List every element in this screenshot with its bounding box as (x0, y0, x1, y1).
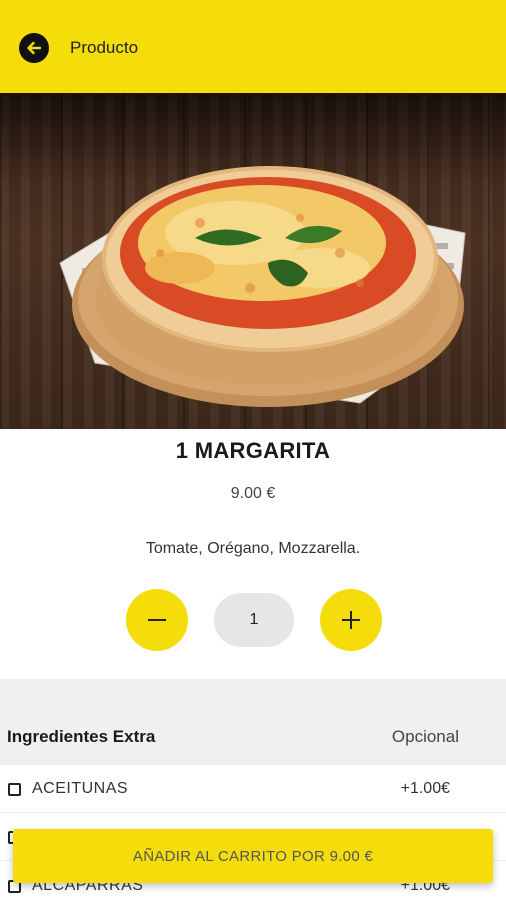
arrow-left-icon (27, 41, 42, 55)
extras-header-band (0, 679, 506, 765)
product-price: 9.00 € (230, 485, 276, 502)
extras-optional-label: Opcional (391, 727, 459, 746)
extras-title: Ingredientes Extra (7, 727, 156, 746)
extra-item-price: +1.00€ (400, 780, 450, 797)
product-name: 1 MARGARITA (175, 438, 331, 463)
plus-icon (342, 611, 360, 629)
extra-item-name: ACEITUNAS (32, 780, 129, 797)
product-image (0, 93, 506, 429)
page-title: Producto (70, 38, 139, 57)
add-to-cart-button[interactable]: AÑADIR AL CARRITO POR 9.00 € (13, 829, 493, 883)
extra-item[interactable]: ACEITUNAS +1.00€ (0, 765, 506, 813)
pizza-margarita-photo (59, 166, 466, 407)
decrease-quantity-button[interactable] (126, 589, 188, 651)
minus-icon (148, 619, 166, 621)
extra-checkbox[interactable] (8, 783, 21, 796)
top-app-bar: Producto (0, 0, 506, 93)
quantity-value[interactable]: 1 (214, 593, 294, 647)
back-button[interactable] (19, 33, 49, 63)
product-description: Tomate, Orégano, Mozzarella. (145, 540, 361, 557)
increase-quantity-button[interactable] (320, 589, 382, 651)
